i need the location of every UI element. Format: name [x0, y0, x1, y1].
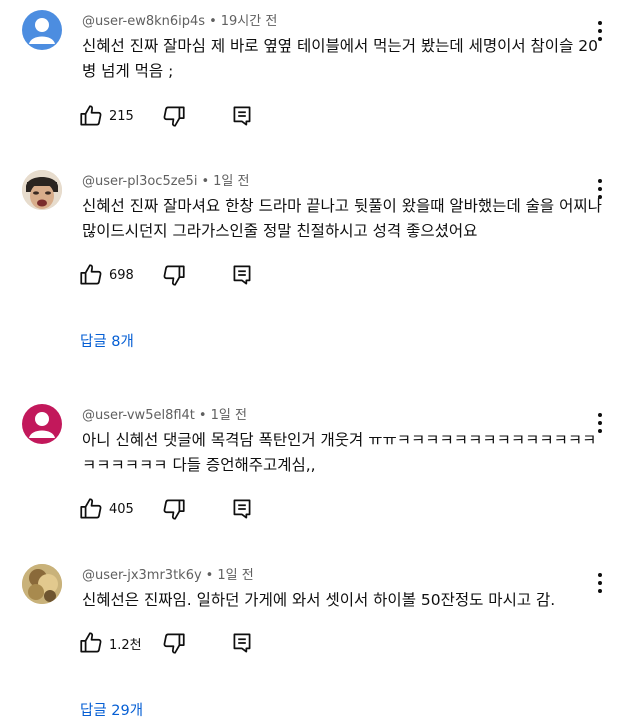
avatar[interactable]: [22, 564, 62, 604]
timestamp[interactable]: 1일 전: [213, 174, 249, 189]
photo-avatar-icon: [22, 170, 62, 210]
thumbs-up-icon: [80, 264, 102, 285]
reply-button[interactable]: [229, 262, 255, 288]
comment-actions: 215: [78, 102, 255, 130]
comment-text: 신혜선 진짜 잘마셔요 한창 드라마 끝나고 뒷풀이 왔을때 알바했는데 술을 …: [82, 197, 602, 240]
comment-meta: @user-jx3mr3tk6y • 1일 전: [82, 564, 254, 583]
photo-avatar-icon: [22, 564, 62, 604]
like-button[interactable]: 698: [78, 262, 165, 288]
reply-button[interactable]: [229, 103, 255, 129]
comment-reply-icon: [233, 265, 251, 285]
avatar[interactable]: [22, 10, 62, 50]
dislike-button[interactable]: [161, 630, 187, 656]
thumbs-down-icon: [163, 265, 185, 286]
dislike-button[interactable]: [161, 262, 187, 288]
reply-button[interactable]: [229, 630, 255, 656]
more-options-icon[interactable]: [590, 410, 610, 436]
comment-text: 신혜선 진짜 잘마심 제 바로 옆옆 테이블에서 먹는거 봤는데 세명이서 참이…: [82, 37, 598, 80]
username[interactable]: @user-jx3mr3tk6y: [82, 568, 202, 583]
thumbs-up-icon: [80, 498, 102, 519]
like-count: 215: [109, 108, 134, 124]
separator: •: [205, 568, 214, 583]
timestamp[interactable]: 1일 전: [211, 408, 247, 423]
comment-text: 신혜선은 진짜임. 일하던 가게에 와서 셋이서 하이볼 50잔정도 마시고 감…: [82, 591, 556, 609]
comment-meta: @user-pl3oc5ze5i • 1일 전: [82, 170, 249, 189]
view-replies-link[interactable]: 답글 8개: [80, 330, 134, 351]
more-options-icon[interactable]: [590, 18, 610, 44]
timestamp[interactable]: 1일 전: [217, 568, 253, 583]
dislike-button[interactable]: [161, 103, 187, 129]
like-button[interactable]: 215: [78, 103, 165, 129]
username[interactable]: @user-ew8kn6ip4s: [82, 14, 205, 29]
view-replies-link[interactable]: 답글 29개: [80, 699, 143, 720]
dislike-button[interactable]: [161, 496, 187, 522]
comment-reply-icon: [233, 499, 251, 519]
timestamp[interactable]: 19시간 전: [221, 14, 278, 29]
like-count: 1.2천: [109, 637, 142, 653]
comment-actions: 1.2천: [78, 629, 255, 657]
comment-meta: @user-vw5el8fl4t • 1일 전: [82, 404, 247, 423]
more-options-icon[interactable]: [590, 570, 610, 596]
like-button[interactable]: 1.2천: [78, 630, 165, 656]
avatar[interactable]: [22, 170, 62, 210]
comment-actions: 698: [78, 261, 255, 289]
username[interactable]: @user-vw5el8fl4t: [82, 408, 195, 423]
reply-button[interactable]: [229, 496, 255, 522]
thumbs-up-icon: [80, 632, 102, 653]
like-button[interactable]: 405: [78, 496, 165, 522]
comment-meta: @user-ew8kn6ip4s • 19시간 전: [82, 10, 277, 29]
thumbs-down-icon: [163, 106, 185, 127]
comment-actions: 405: [78, 495, 255, 523]
thumbs-up-icon: [80, 105, 102, 126]
username[interactable]: @user-pl3oc5ze5i: [82, 174, 197, 189]
like-count: 405: [109, 501, 134, 517]
comment-reply-icon: [233, 633, 251, 653]
more-options-icon[interactable]: [590, 176, 610, 202]
separator: •: [201, 174, 210, 189]
thumbs-down-icon: [163, 499, 185, 520]
thumbs-down-icon: [163, 633, 185, 654]
default-avatar-icon: [29, 412, 55, 438]
avatar[interactable]: [22, 404, 62, 444]
like-count: 698: [109, 267, 134, 283]
comment-reply-icon: [233, 106, 251, 126]
default-avatar-icon: [29, 18, 55, 44]
separator: •: [209, 14, 217, 29]
comment-text: 아니 신혜선 댓글에 목격담 폭탄인거 개웃겨 ㅠㅠㅋㅋㅋㅋㅋㅋㅋㅋㅋㅋㅋㅋㅋㅋ…: [82, 431, 597, 474]
separator: •: [198, 408, 207, 423]
